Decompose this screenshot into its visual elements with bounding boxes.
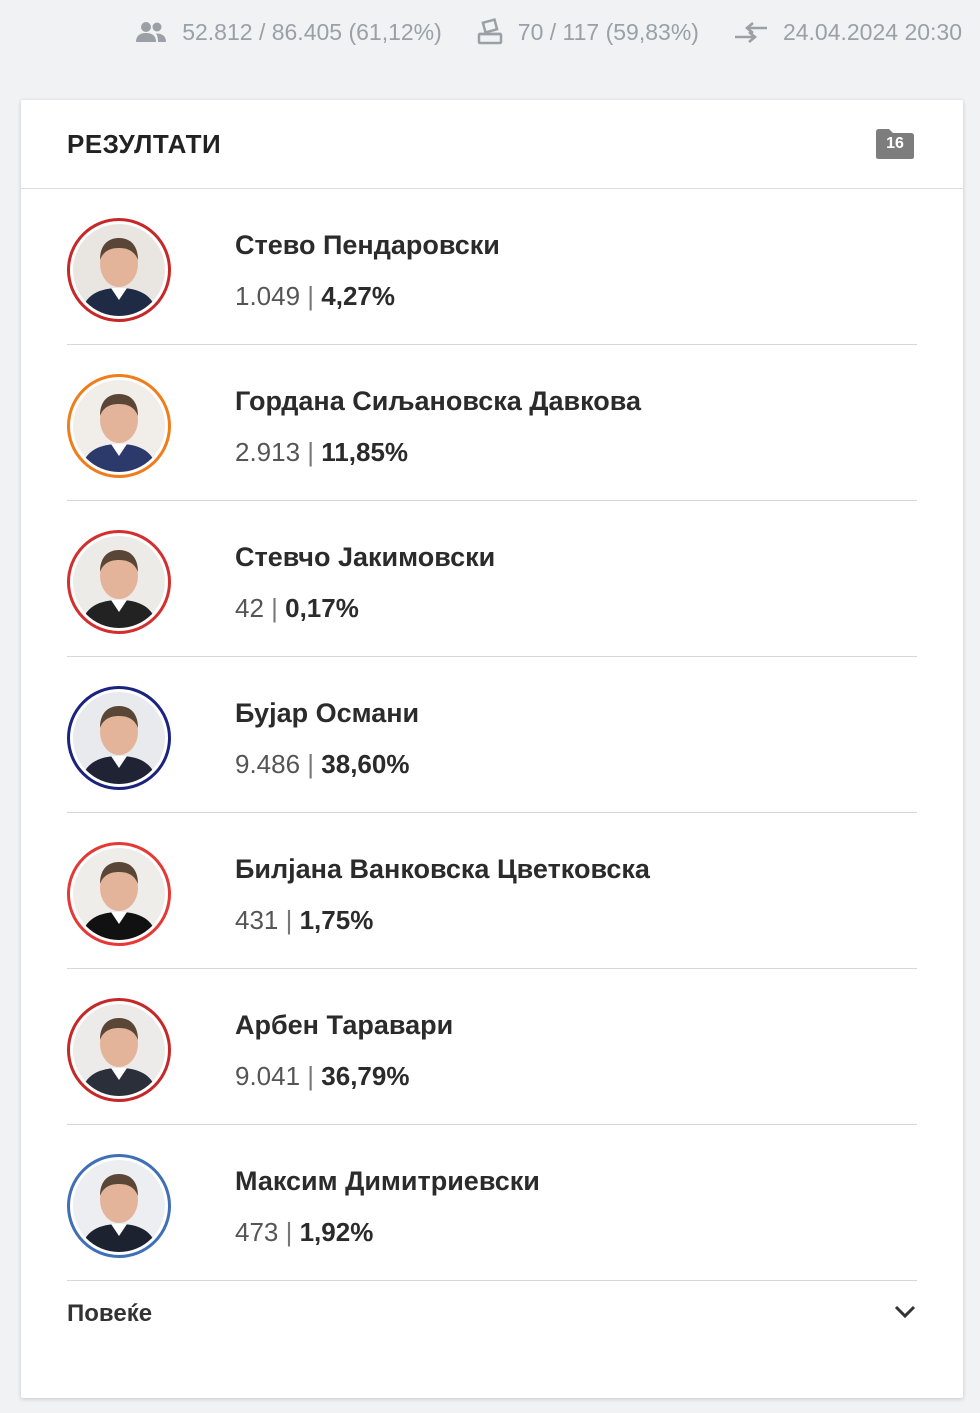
result-separator: |	[300, 436, 322, 467]
candidate-info: Максим Димитриевски 473 | 1,92%	[235, 1165, 540, 1247]
candidate-info: Арбен Таравари 9.041 | 36,79%	[235, 1009, 453, 1091]
candidate-percent: 36,79%	[321, 1060, 410, 1091]
candidate-name: Арбен Таравари	[235, 1009, 454, 1040]
candidate-row[interactable]: Стево Пендаровски 1.049 | 4,27%	[67, 189, 917, 345]
candidate-votes: 9.486	[235, 748, 301, 779]
candidate-photo	[73, 847, 165, 940]
candidate-photo	[73, 691, 165, 784]
candidate-name: Стево Пендаровски	[235, 229, 500, 260]
result-separator: |	[300, 280, 322, 311]
candidate-row[interactable]: Арбен Таравари 9.041 | 36,79%	[67, 969, 917, 1125]
candidate-row[interactable]: Бујар Османи 9.486 | 38,60%	[67, 657, 917, 813]
people-icon	[134, 20, 168, 44]
candidate-votes: 1.049	[235, 280, 301, 311]
polling-stations-text: 70 / 117 (59,83%)	[517, 18, 699, 45]
candidate-avatar	[67, 373, 171, 478]
results-card: РЕЗУЛТАТИ 16 Стево Пендаровски 1.049 | 4…	[21, 100, 963, 1398]
candidate-list: Стево Пендаровски 1.049 | 4,27% Гордана …	[21, 189, 963, 1281]
results-title: РЕЗУЛТАТИ	[67, 128, 222, 159]
stats-bar: 52.812 / 86.405 (61,12%) 70 / 117 (59,83…	[134, 12, 962, 52]
candidate-result: 9.041 | 36,79%	[235, 1061, 453, 1091]
candidate-row[interactable]: Максим Димитриевски 473 | 1,92%	[67, 1125, 917, 1281]
candidate-info: Бујар Османи 9.486 | 38,60%	[235, 697, 419, 779]
candidate-votes: 42	[235, 592, 264, 623]
results-header: РЕЗУЛТАТИ 16	[21, 100, 963, 189]
candidate-name: Максим Димитриевски	[235, 1165, 540, 1196]
candidate-percent: 1,75%	[299, 904, 374, 935]
candidate-row[interactable]: Стевчо Јакимовски 42 | 0,17%	[67, 501, 917, 657]
candidate-name: Гордана Сиљановска Давкова	[235, 385, 642, 416]
candidate-percent: 4,27%	[321, 280, 396, 311]
candidate-photo	[73, 223, 165, 316]
candidate-row[interactable]: Билјана Ванковска Цветковска 431 | 1,75%	[67, 813, 917, 969]
candidate-name: Билјана Ванковска Цветковска	[235, 853, 650, 884]
candidate-percent: 1,92%	[299, 1216, 374, 1247]
polling-stations-count: 70 / 117 (59,83%)	[476, 18, 699, 46]
candidate-name: Бујар Османи	[235, 697, 420, 728]
candidate-info: Гордана Сиљановска Давкова 2.913 | 11,85…	[235, 385, 641, 467]
last-updated: 24.04.2024 20:30	[733, 19, 962, 46]
candidate-row[interactable]: Гордана Сиљановска Давкова 2.913 | 11,85…	[67, 345, 917, 501]
folder-count: 16	[886, 135, 904, 152]
candidate-avatar	[67, 1153, 171, 1258]
last-updated-text: 24.04.2024 20:30	[782, 18, 962, 45]
candidate-info: Стево Пендаровски 1.049 | 4,27%	[235, 229, 500, 311]
candidate-result: 42 | 0,17%	[235, 593, 495, 623]
more-label: Повеќе	[67, 1300, 153, 1327]
result-separator: |	[263, 592, 286, 623]
chevron-down-icon[interactable]	[893, 1304, 917, 1325]
candidate-photo	[73, 535, 165, 628]
candidate-avatar	[67, 685, 171, 790]
candidate-percent: 38,60%	[321, 748, 410, 779]
candidate-percent: 11,85%	[321, 436, 409, 467]
result-separator: |	[278, 904, 300, 935]
candidate-avatar	[67, 217, 171, 322]
candidate-votes: 473	[235, 1216, 279, 1247]
candidate-percent: 0,17%	[285, 592, 359, 623]
candidate-votes: 2.913	[235, 436, 301, 467]
candidate-result: 431 | 1,75%	[235, 905, 650, 935]
candidate-result: 1.049 | 4,27%	[235, 281, 500, 311]
voter-turnout-text: 52.812 / 86.405 (61,12%)	[182, 18, 442, 45]
candidate-avatar	[67, 529, 171, 634]
candidate-avatar	[67, 841, 171, 946]
candidate-avatar	[67, 997, 171, 1102]
candidate-votes: 431	[235, 904, 279, 935]
folder-icon[interactable]: 16	[875, 128, 915, 160]
ballot-box-icon	[476, 18, 504, 46]
voter-turnout: 52.812 / 86.405 (61,12%)	[134, 19, 442, 46]
candidate-photo	[73, 1003, 165, 1096]
candidate-photo	[73, 1159, 165, 1252]
candidate-result: 2.913 | 11,85%	[235, 437, 641, 467]
result-separator: |	[300, 1060, 322, 1091]
candidate-votes: 9.041	[235, 1060, 301, 1091]
result-separator: |	[278, 1216, 300, 1247]
candidate-photo	[73, 379, 165, 472]
result-separator: |	[300, 748, 322, 779]
candidate-result: 473 | 1,92%	[235, 1217, 540, 1247]
candidate-name: Стевчо Јакимовски	[235, 541, 496, 572]
more-toggle[interactable]: Повеќе	[21, 1281, 963, 1347]
candidate-result: 9.486 | 38,60%	[235, 749, 419, 779]
swap-arrows-icon	[733, 20, 769, 44]
candidate-info: Стевчо Јакимовски 42 | 0,17%	[235, 541, 495, 623]
candidate-info: Билјана Ванковска Цветковска 431 | 1,75%	[235, 853, 650, 935]
